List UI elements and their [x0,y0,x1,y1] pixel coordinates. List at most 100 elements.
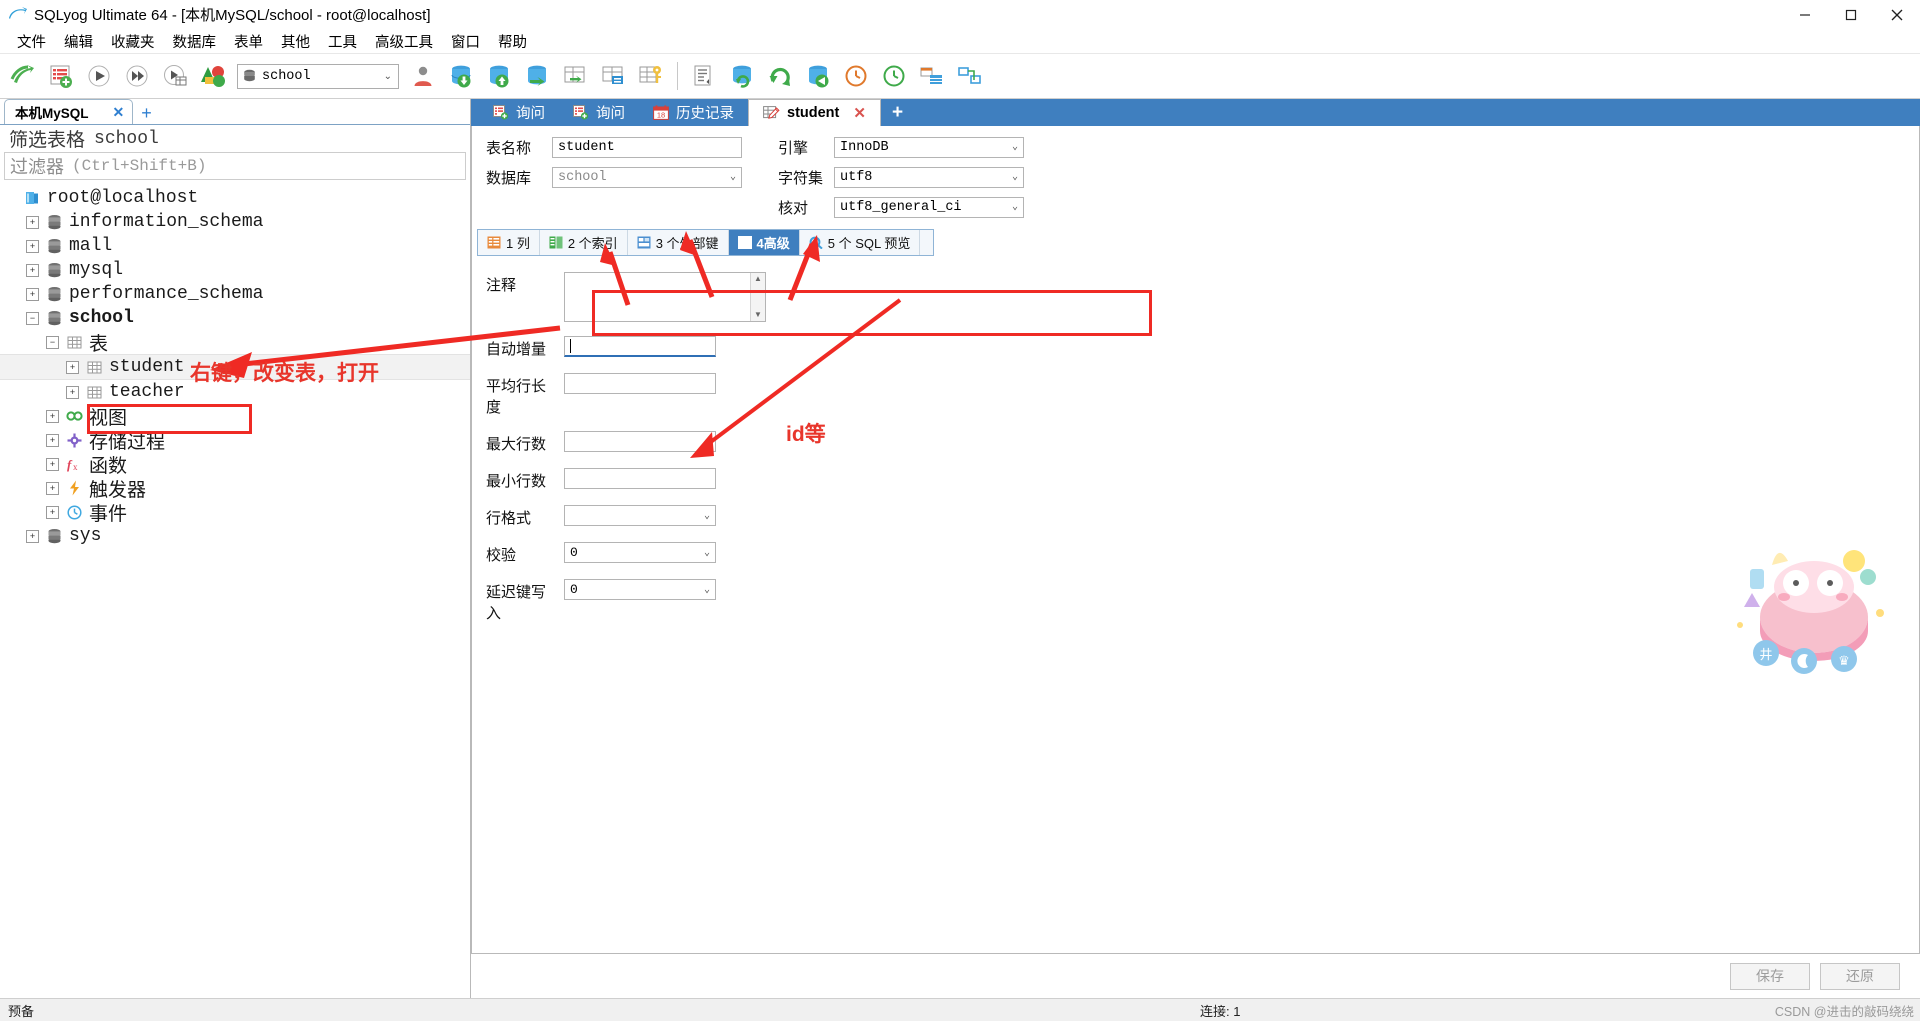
min-rows-input[interactable] [564,468,716,489]
delay-key-write-select[interactable]: 0 ⌄ [564,579,716,600]
comment-scrollbar[interactable]: ▲ ▼ [750,273,765,321]
menu-powertools[interactable]: 高级工具 [366,29,442,54]
close-icon[interactable]: ✕ [853,104,866,122]
tree-node[interactable]: root@localhost [0,186,470,210]
expand-icon[interactable]: + [26,239,39,253]
tree-node[interactable]: + student [0,354,470,380]
backup-database-icon[interactable] [442,57,480,95]
comment-textarea[interactable]: ▲ ▼ [564,272,766,322]
schema-sync-icon[interactable] [951,57,989,95]
refresh-objects-icon[interactable] [761,57,799,95]
expand-icon[interactable]: + [66,385,79,399]
schema-designer-icon[interactable] [594,57,632,95]
query-builder-icon[interactable] [913,57,951,95]
tree-node[interactable]: + mysql [0,258,470,282]
minimize-button[interactable] [1782,0,1828,29]
menu-file[interactable]: 文件 [8,29,55,54]
execute-all-queries-icon[interactable] [118,57,156,95]
save-button[interactable]: 保存 [1730,962,1810,990]
import-external-data-icon[interactable] [518,57,556,95]
checksum-select[interactable]: 0 ⌄ [564,542,716,563]
close-button[interactable] [1874,0,1920,29]
job-agent-icon[interactable] [875,57,913,95]
expand-icon[interactable]: + [66,360,79,374]
table-name-input[interactable]: student [552,136,742,158]
avg-row-length-input[interactable] [564,373,716,394]
user-manager-icon[interactable] [404,57,442,95]
collapse-icon[interactable]: − [26,311,39,325]
expand-icon[interactable]: + [46,481,59,495]
add-connection-icon[interactable]: + [141,104,152,124]
connection-tab[interactable]: 本机MySQL ✕ [4,99,134,124]
tree-node[interactable]: + teacher [0,380,470,404]
expand-icon[interactable]: + [46,457,59,471]
object-tab-0[interactable]: 询问 [479,99,559,126]
tree-node[interactable]: + 事件 [0,500,470,525]
sync-database-icon[interactable] [723,57,761,95]
expand-icon[interactable]: + [26,263,39,277]
row-format-select[interactable]: ⌄ [564,505,716,526]
menu-others[interactable]: 其他 [272,29,319,54]
database-select[interactable]: school ⌄ [552,166,742,188]
expand-icon[interactable]: + [26,215,39,229]
menu-edit[interactable]: 编辑 [55,29,102,54]
tree-node[interactable]: − school [0,306,470,330]
auto-increment-input[interactable] [564,336,716,357]
tree-node[interactable]: + performance_schema [0,282,470,306]
maximize-button[interactable] [1828,0,1874,29]
execute-query-to-grid-icon[interactable] [156,57,194,95]
subtab-foreign-keys[interactable]: 3 个外部键 [628,230,729,255]
object-tree[interactable]: root@localhost + information_schema + mall + m… [0,180,470,998]
menu-table[interactable]: 表单 [225,29,272,54]
tree-node-label: mall [69,236,113,256]
subtab-advanced[interactable]: 4高级 [728,230,800,255]
scheduled-backup-icon[interactable] [837,57,875,95]
tree-node[interactable]: + 触发器 [0,476,470,501]
menu-help[interactable]: 帮助 [489,29,536,54]
tree-node[interactable]: + information_schema [0,210,470,234]
close-icon[interactable]: ✕ [113,104,125,121]
filter-input[interactable]: 过滤器 (Ctrl+Shift+B) [4,152,466,180]
add-object-tab-icon[interactable]: + [881,99,914,126]
tree-node[interactable]: − 表 [0,330,470,355]
expand-icon[interactable]: + [46,409,59,423]
new-query-tab-icon[interactable] [42,57,80,95]
execute-query-icon[interactable] [80,57,118,95]
scroll-down-icon[interactable]: ▼ [754,309,762,321]
tree-node[interactable]: + mall [0,234,470,258]
stop-execution-icon[interactable] [194,57,232,95]
collation-select[interactable]: utf8_general_ci ⌄ [834,196,1024,218]
menu-favorites[interactable]: 收藏夹 [102,29,164,54]
tree-node[interactable]: + 视图 [0,404,470,429]
object-tab-2[interactable]: 18 历史记录 [639,99,748,126]
comment-textarea-body[interactable] [565,273,750,321]
menu-window[interactable]: 窗口 [442,29,489,54]
tree-node[interactable]: + f x 函数 [0,452,470,477]
scroll-up-icon[interactable]: ▲ [754,273,762,285]
sql-formatter-icon[interactable] [685,57,723,95]
tree-node[interactable]: + sys [0,524,470,548]
subtab-columns[interactable]: 1 列 [478,230,540,255]
menu-tools[interactable]: 工具 [319,29,366,54]
object-tab-1[interactable]: 询问 [559,99,639,126]
copy-database-icon[interactable] [799,57,837,95]
manage-index-icon[interactable] [632,57,670,95]
max-rows-input[interactable] [564,431,716,452]
restore-database-icon[interactable] [480,57,518,95]
expand-icon[interactable]: + [26,529,39,543]
collapse-icon[interactable]: − [46,335,59,349]
expand-icon[interactable]: + [46,505,59,519]
menu-database[interactable]: 数据库 [164,29,226,54]
export-table-data-icon[interactable] [556,57,594,95]
subtab-sql-preview[interactable]: 5 个 SQL 预览 [800,230,921,255]
charset-select[interactable]: utf8 ⌄ [834,166,1024,188]
object-tab-active[interactable]: student ✕ [748,99,881,126]
expand-icon[interactable]: + [26,287,39,301]
engine-select[interactable]: InnoDB ⌄ [834,136,1024,158]
subtab-indexes[interactable]: 2 个索引 [540,230,628,255]
expand-icon[interactable]: + [46,433,59,447]
tree-node[interactable]: + 存储过程 [0,428,470,453]
database-selector[interactable]: school ⌄ [237,63,399,89]
restore-button[interactable]: 还原 [1820,962,1900,990]
new-connection-icon[interactable] [4,57,42,95]
